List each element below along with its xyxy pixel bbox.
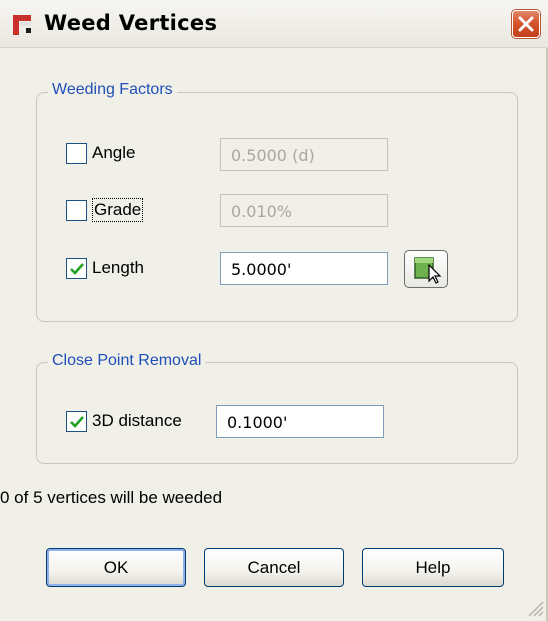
weed-status-text: 0 of 5 vertices will be weeded xyxy=(0,488,223,507)
grade-field[interactable]: 0.010% xyxy=(220,194,388,227)
length-field[interactable]: 5.0000' xyxy=(220,252,388,285)
civil3d-app-icon xyxy=(13,15,31,35)
close-button[interactable] xyxy=(512,10,540,38)
3d-distance-label: 3D distance xyxy=(92,411,182,430)
close-point-removal-title: Close Point Removal xyxy=(48,352,206,370)
length-checkbox[interactable] xyxy=(66,258,87,279)
checkmark-icon xyxy=(70,263,84,275)
resize-grip-icon[interactable] xyxy=(524,597,544,617)
title-bar[interactable]: Weed Vertices xyxy=(0,0,548,48)
pick-in-drawing-icon xyxy=(414,257,442,284)
angle-label: Angle xyxy=(92,143,136,162)
weed-vertices-dialog: Weed Vertices Weeding Factors Angle 0.50… xyxy=(0,0,548,621)
ok-button[interactable]: OK xyxy=(46,548,186,587)
angle-checkbox[interactable] xyxy=(66,143,87,164)
window-title: Weed Vertices xyxy=(44,11,218,35)
3d-distance-checkbox[interactable] xyxy=(66,411,87,432)
cancel-button[interactable]: Cancel xyxy=(204,548,344,587)
grade-label: Grade xyxy=(91,198,144,222)
angle-field[interactable]: 0.5000 (d) xyxy=(220,138,388,171)
grade-checkbox[interactable] xyxy=(66,200,87,221)
3d-distance-field[interactable]: 0.1000' xyxy=(216,405,384,438)
help-button[interactable]: Help xyxy=(362,548,504,587)
weeding-factors-title: Weeding Factors xyxy=(48,81,177,99)
checkmark-icon xyxy=(70,416,84,428)
close-x-icon xyxy=(518,16,534,32)
length-label: Length xyxy=(92,258,144,277)
pick-length-button[interactable] xyxy=(404,250,448,288)
